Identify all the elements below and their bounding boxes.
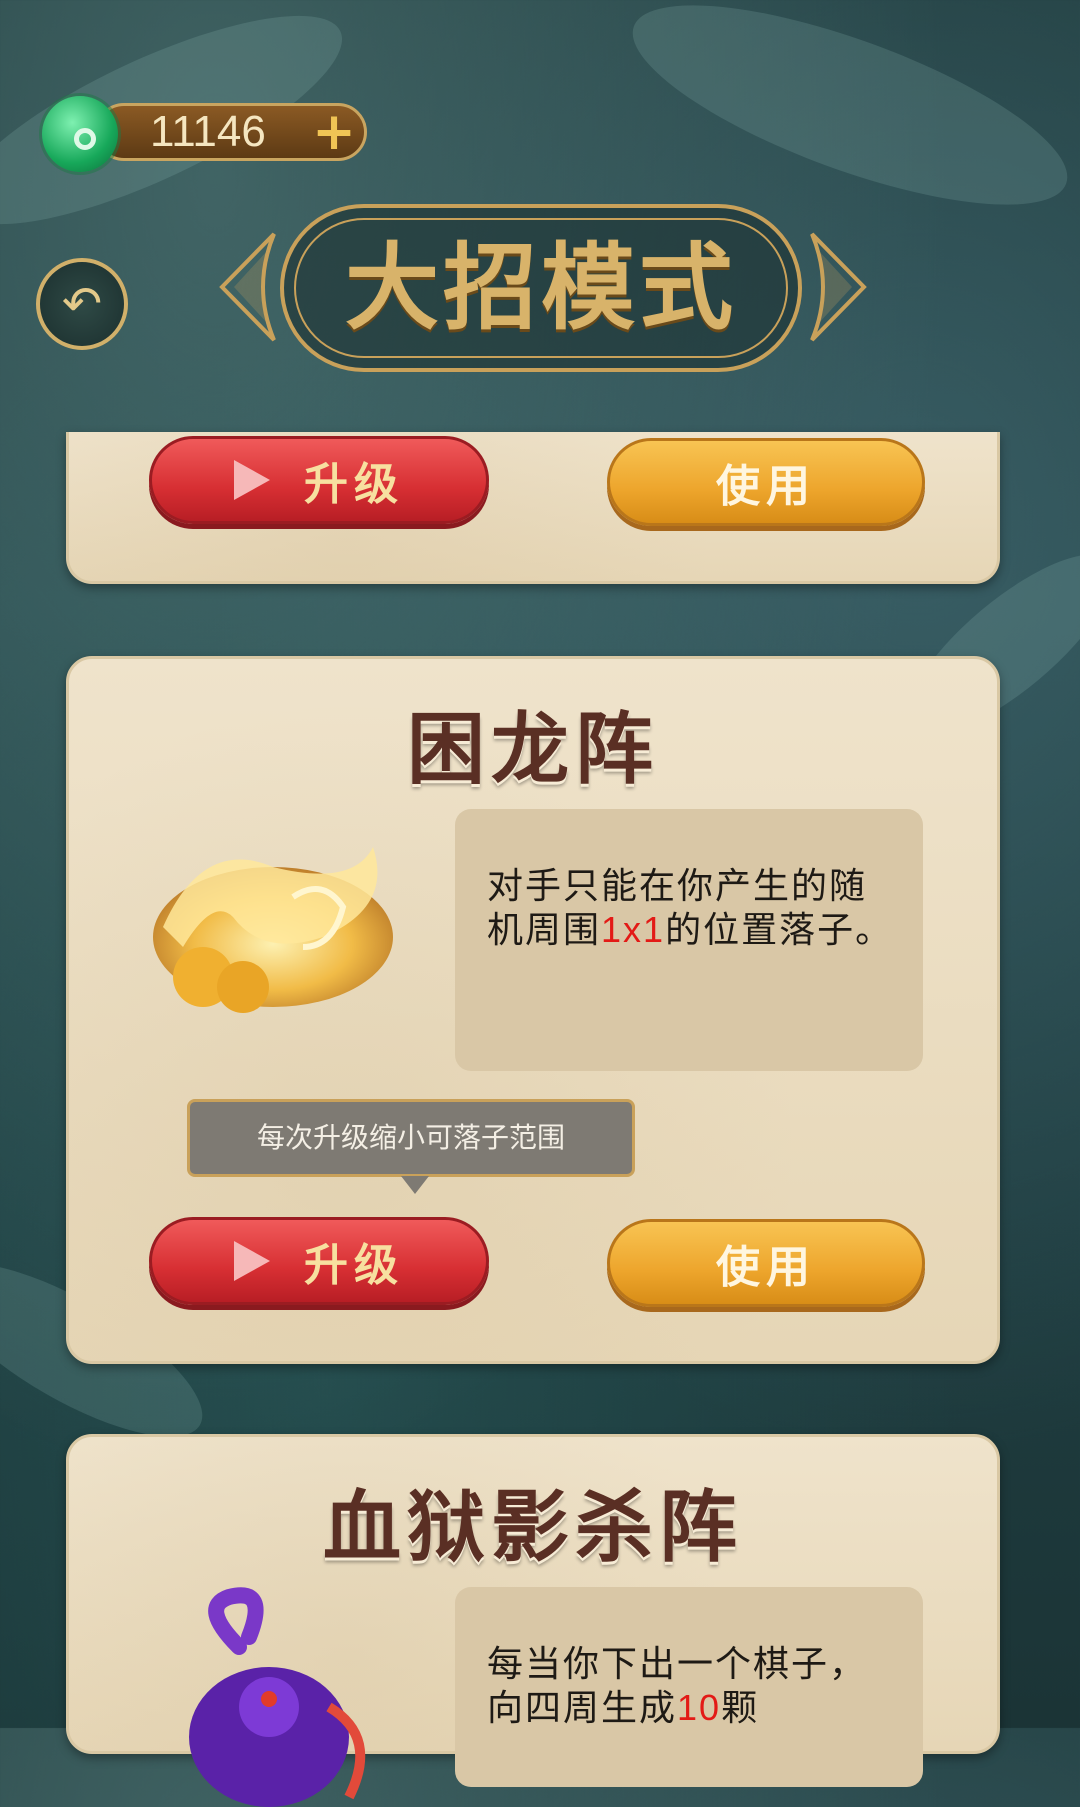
desc-highlight: 1x1 — [601, 909, 666, 950]
upgrade-button[interactable]: 升级 — [149, 1217, 489, 1305]
prev-mode-button[interactable] — [214, 228, 280, 346]
purple-demon-image — [189, 1587, 366, 1807]
upgrade-tooltip: 每次升级缩小可落子范围 — [187, 1099, 635, 1177]
upgrade-button[interactable]: 升级 — [149, 436, 489, 524]
golden-dragon-image — [153, 847, 393, 1013]
upgrade-label: 升级 — [304, 1240, 404, 1291]
use-label: 使用 — [716, 1242, 816, 1293]
back-button[interactable]: ↶ — [36, 258, 128, 350]
add-currency-button[interactable]: + — [312, 106, 356, 158]
use-button[interactable]: 使用 — [607, 1219, 925, 1307]
skill-title: 血狱影杀阵 — [322, 1482, 743, 1573]
jade-icon — [42, 96, 118, 172]
back-arrow-icon: ↶ — [61, 276, 103, 332]
skill-card: 困龙阵 对手只能在你产生的随机周围1x1的位置落子。 每次升级缩小可落子范围 升… — [66, 656, 1000, 1364]
desc-text: 的位置落子。 — [665, 910, 894, 951]
skill-description: 每当你下出一个棋子，向四周生成10颗 — [455, 1587, 923, 1787]
chevron-right-icon — [810, 232, 867, 342]
desc-text: 颗 — [721, 1688, 760, 1729]
use-label: 使用 — [716, 461, 816, 512]
skill-description: 对手只能在你产生的随机周围1x1的位置落子。 — [455, 809, 923, 1071]
chevron-left-icon — [219, 232, 276, 342]
upgrade-label: 升级 — [304, 459, 404, 510]
skill-card: 血狱影杀阵 每当你下出一个棋子，向四周生成10颗 — [66, 1434, 1000, 1807]
next-mode-button[interactable] — [806, 228, 872, 346]
skill-title: 困龙阵 — [406, 704, 659, 795]
currency-value: 11146 — [150, 107, 266, 156]
page-title: 大招模式 — [344, 233, 737, 343]
play-icon — [234, 460, 270, 500]
skill-card: 升级 使用 — [66, 432, 1000, 584]
desc-highlight: 10 — [677, 1687, 722, 1728]
use-button[interactable]: 使用 — [607, 438, 925, 526]
tooltip-tail — [401, 1176, 429, 1194]
play-icon — [234, 1241, 270, 1281]
